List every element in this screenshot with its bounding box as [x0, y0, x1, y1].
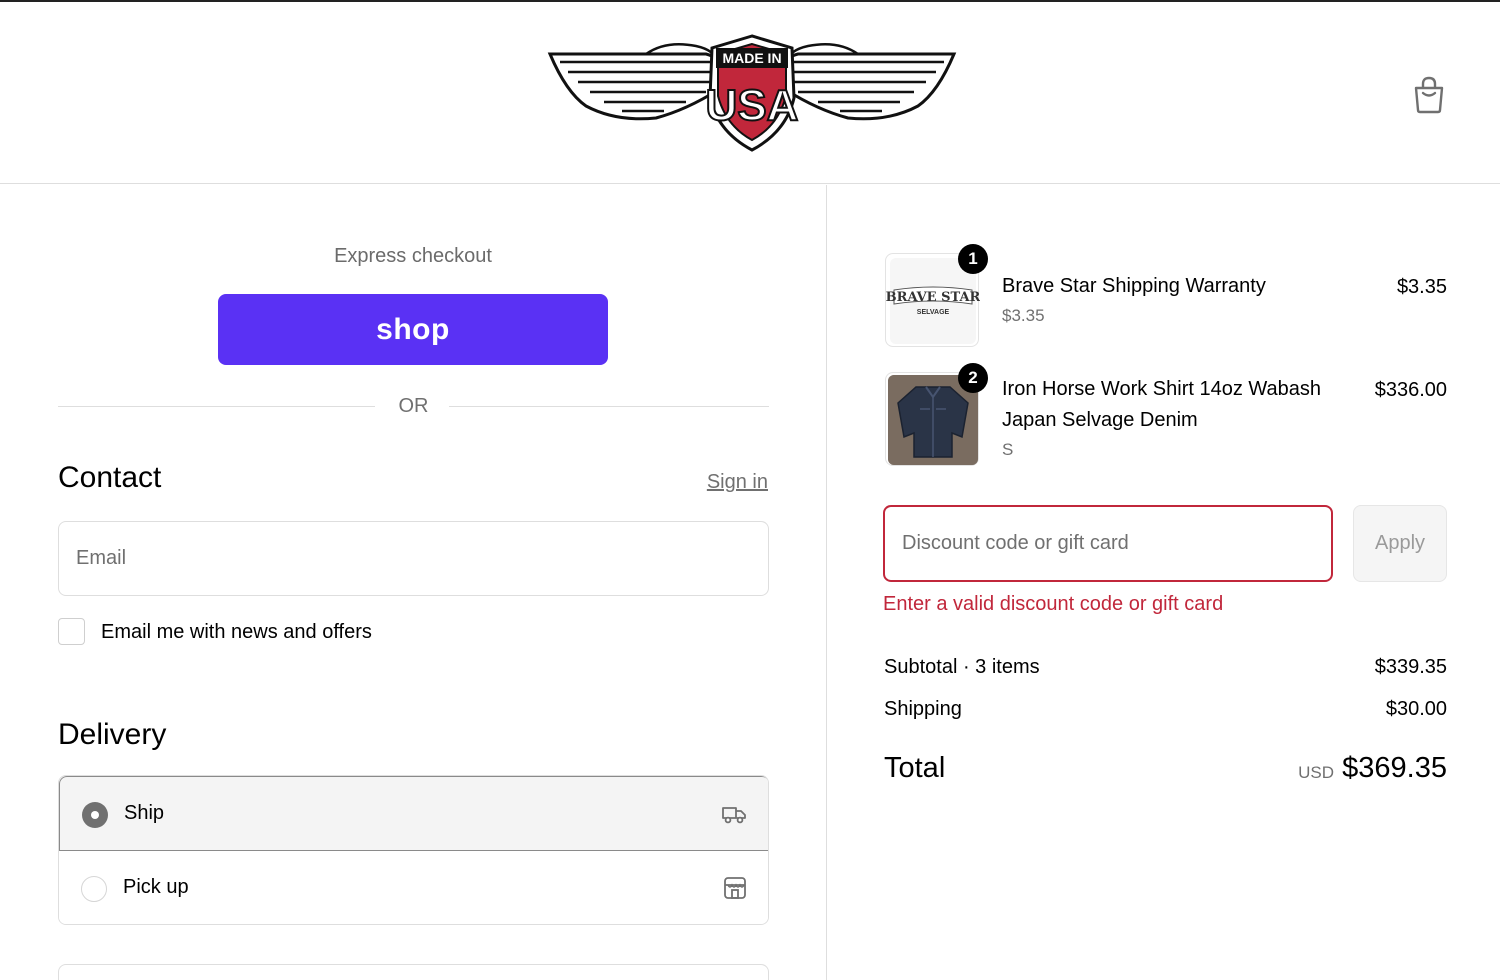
ship-label: Ship: [124, 802, 165, 824]
ship-radio[interactable]: [82, 802, 108, 828]
product-thumbnail: BRAVE STAR SELVAGE 1: [885, 244, 988, 347]
truck-icon: [722, 807, 746, 824]
or-line-right: [449, 406, 769, 407]
subtotal-value: $339.35: [1374, 656, 1447, 678]
svg-text:SELVAGE: SELVAGE: [917, 309, 950, 316]
discount-error-message: Enter a valid discount code or gift card: [883, 593, 1224, 615]
svg-text:USA: USA: [706, 81, 799, 130]
shipping-label: Shipping: [884, 698, 962, 720]
contact-heading: Contact: [58, 461, 162, 494]
discount-code-input[interactable]: [883, 505, 1333, 582]
next-section-box: [58, 964, 769, 980]
order-summary: BRAVE STAR SELVAGE 1 Brave Star Shipping…: [827, 185, 1500, 980]
shop-pay-label: shop: [376, 312, 450, 346]
svg-text:MADE IN: MADE IN: [722, 50, 781, 66]
product-thumbnail: 2: [885, 363, 988, 466]
express-checkout-title: Express checkout: [334, 245, 492, 267]
checkout-form: Express checkout shop OR Contact Sign in…: [0, 185, 826, 980]
pickup-label: Pick up: [123, 876, 189, 898]
item-price: $336.00: [1374, 379, 1447, 401]
site-header: MADE IN USA: [0, 2, 1500, 184]
delivery-option-ship[interactable]: Ship: [59, 776, 768, 851]
item-name-line-1: Iron Horse Work Shirt 14oz Wabash: [1002, 378, 1322, 400]
made-in-usa-logo[interactable]: MADE IN USA: [546, 32, 958, 154]
item-variant: S: [1002, 440, 1014, 459]
cart-bag-icon[interactable]: [1412, 76, 1446, 114]
delivery-options: Ship Pick up: [58, 775, 769, 925]
item-name: Iron Horse Work Shirt 14oz Wabash Japan …: [1002, 374, 1321, 436]
quantity-badge: 1: [958, 244, 988, 274]
total-currency: USD: [1298, 763, 1334, 782]
item-name: Brave Star Shipping Warranty: [1002, 275, 1266, 297]
apply-discount-button[interactable]: Apply: [1353, 505, 1447, 582]
quantity-badge: 2: [958, 363, 988, 393]
item-price: $3.35: [1396, 276, 1447, 298]
delivery-option-pickup[interactable]: Pick up: [59, 851, 768, 924]
svg-text:BRAVE STAR: BRAVE STAR: [886, 290, 980, 305]
newsletter-label: Email me with news and offers: [101, 621, 372, 643]
item-name-line-2: Japan Selvage Denim: [1002, 409, 1198, 431]
pickup-radio[interactable]: [81, 876, 107, 902]
total-label: Total: [884, 752, 946, 784]
store-icon: [724, 877, 746, 899]
shipping-value: $30.00: [1385, 698, 1447, 720]
shop-pay-button[interactable]: shop: [218, 294, 608, 365]
newsletter-checkbox[interactable]: [58, 618, 85, 645]
sign-in-link[interactable]: Sign in: [707, 471, 768, 494]
email-field[interactable]: [58, 521, 769, 596]
delivery-heading: Delivery: [58, 718, 167, 751]
item-variant: $3.35: [1002, 306, 1045, 325]
total-value: $369.35: [1342, 752, 1447, 784]
or-separator: OR: [58, 395, 769, 417]
subtotal-label: Subtotal · 3 items: [884, 656, 1040, 678]
